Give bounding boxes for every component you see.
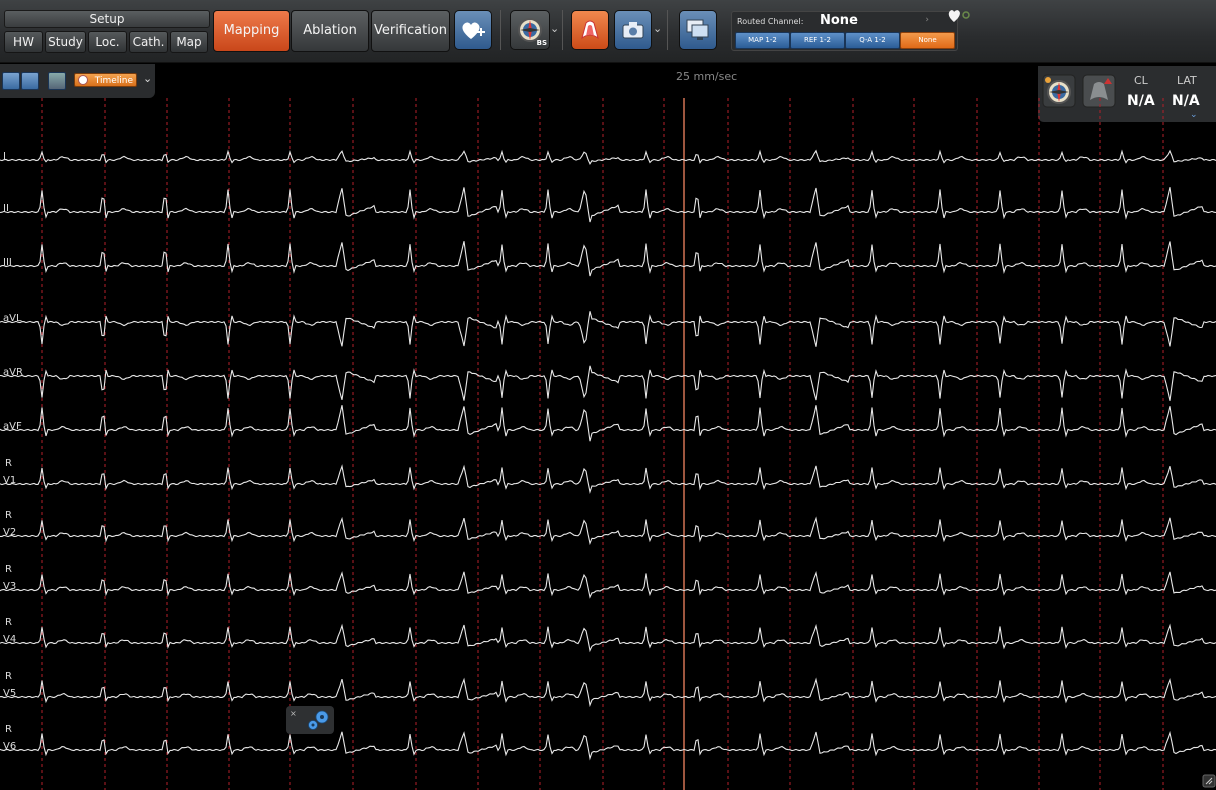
lead-ref-label: R <box>5 724 12 735</box>
lead-label-v2: V2 <box>3 527 17 538</box>
chevron-down-icon[interactable]: ⌄ <box>550 22 559 35</box>
ecg-trace-v2 <box>0 516 1216 546</box>
save-icon[interactable] <box>48 72 66 90</box>
main-toolbar: Setup HW Study Loc. Cath. Map Mapping Ab… <box>0 0 1216 63</box>
timeline-toolbar: Timeline ⌄ <box>0 64 155 98</box>
lead-label-v5: V5 <box>3 688 17 699</box>
ecg-waveform-area[interactable] <box>0 98 1216 790</box>
timeline-label: Timeline <box>94 76 133 86</box>
clock-icon <box>78 75 88 85</box>
bs-badge: BS <box>536 39 547 47</box>
ecg-trace-v1 <box>0 464 1216 495</box>
screens-button[interactable] <box>679 10 717 50</box>
chevron-right-icon: › <box>925 15 929 25</box>
lead-label-v4: V4 <box>3 634 17 645</box>
lead-label-avf: aVF <box>3 421 22 432</box>
lead-label-iii: III <box>3 257 12 268</box>
routed-channel-label: Routed Channel: <box>737 17 804 26</box>
ecg-trace-avr <box>0 365 1216 401</box>
shell-view-button[interactable] <box>571 10 609 50</box>
channel-map-1-2[interactable]: MAP 1-2 <box>735 32 790 49</box>
ablation-button[interactable]: Ablation <box>291 10 369 52</box>
lead-label-v1: V1 <box>3 475 17 486</box>
ecg-trace-ii <box>0 187 1216 223</box>
lead-ref-label: R <box>5 671 12 682</box>
ecg-trace-i <box>0 149 1216 165</box>
heart-plus-icon <box>462 22 485 39</box>
resize-icon[interactable] <box>1202 774 1216 788</box>
ecg-trace-v5 <box>0 677 1216 708</box>
setup-group: Setup HW Study Loc. Cath. Map <box>2 10 210 53</box>
anatomy-shell-icon <box>581 20 599 40</box>
lead-ref-label: R <box>5 458 12 469</box>
lead-label-avl: aVL <box>3 313 22 324</box>
lead-ref-label: R <box>5 510 12 521</box>
routed-channel-panel: Routed Channel: None › MAP 1-2 REF 1-2 Q… <box>731 11 958 51</box>
cl-label: CL <box>1134 74 1148 87</box>
chevron-down-icon[interactable]: ⌄ <box>143 72 152 85</box>
compass-bs-button[interactable]: BS <box>510 10 550 50</box>
lat-label: LAT <box>1177 74 1197 87</box>
lead-label-ii: II <box>3 203 9 214</box>
heart-link-icon[interactable] <box>947 9 973 23</box>
tab-map[interactable]: Map <box>170 31 208 53</box>
mapping-button[interactable]: Mapping <box>213 10 290 52</box>
chevron-down-icon[interactable]: ⌄ <box>653 22 662 35</box>
camera-icon <box>622 22 644 39</box>
channel-ref-1-2[interactable]: REF 1-2 <box>790 32 845 49</box>
scale-icon[interactable] <box>21 72 39 90</box>
lead-label-v3: V3 <box>3 581 17 592</box>
sweep-speed: 25 mm/sec <box>676 70 738 83</box>
ecg-trace-avf <box>0 405 1216 442</box>
lead-label-v6: V6 <box>3 741 17 752</box>
tab-hw[interactable]: HW <box>4 31 43 53</box>
ecg-trace-v6 <box>0 730 1216 761</box>
channel-qa-1-2[interactable]: Q-A 1-2 <box>845 32 900 49</box>
toolbar-separator <box>500 10 501 50</box>
verification-button[interactable]: Verification <box>371 10 450 52</box>
toolbar-separator <box>562 10 563 50</box>
settings-widget: × <box>286 706 334 734</box>
layout-icon[interactable] <box>2 72 20 90</box>
tab-loc[interactable]: Loc. <box>88 31 127 53</box>
monitor-icon <box>686 19 709 40</box>
channel-none[interactable]: None <box>900 32 955 49</box>
add-heart-button[interactable] <box>454 10 492 50</box>
lead-label-avr: aVR <box>3 367 23 378</box>
routed-channel-value: None <box>820 13 858 28</box>
toolbar-separator <box>667 10 668 50</box>
lead-ref-label: R <box>5 564 12 575</box>
gear-icon[interactable] <box>306 708 332 732</box>
close-icon[interactable]: × <box>290 709 297 718</box>
tab-cath[interactable]: Cath. <box>129 31 168 53</box>
setup-title[interactable]: Setup <box>4 10 210 28</box>
snapshot-button[interactable] <box>614 10 652 50</box>
timeline-button[interactable]: Timeline <box>74 73 137 87</box>
ecg-trace-avl <box>0 311 1216 347</box>
lead-label-i: I <box>3 151 6 162</box>
lead-ref-label: R <box>5 617 12 628</box>
ecg-trace-v3 <box>0 571 1216 599</box>
ecg-trace-v4 <box>0 623 1216 653</box>
ecg-trace-iii <box>0 241 1216 277</box>
tab-study[interactable]: Study <box>45 31 86 53</box>
